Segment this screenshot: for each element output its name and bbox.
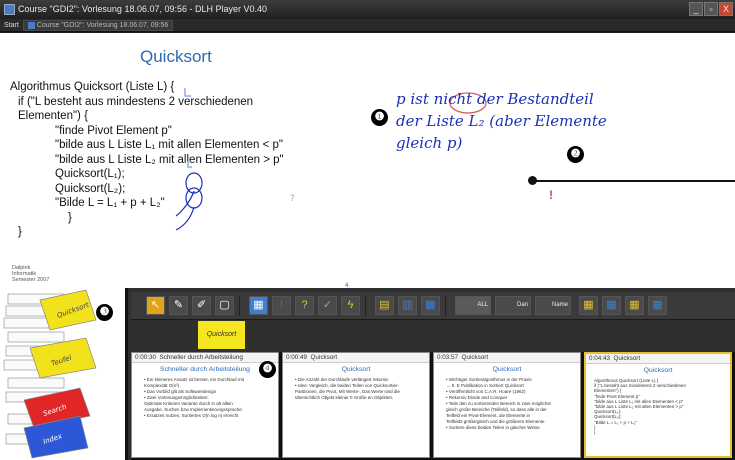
thumbnail-card[interactable]: 0:00:49 Quicksort Quicksort • Die Anzahl… <box>282 352 430 458</box>
pointer-line <box>533 180 735 182</box>
view-option-button[interactable]: ▦ <box>625 296 644 315</box>
ink-arrow <box>175 190 195 217</box>
thumbnail-title: Schneller durch Arbeitsteilung <box>160 366 250 373</box>
view-option-button[interactable]: ▦ <box>579 296 598 315</box>
minimize-button[interactable]: _ <box>689 2 703 16</box>
thumbnail-body: • Ein kleineres Ansatz ist besser, ein D… <box>132 373 278 419</box>
filter-dan-button[interactable]: Dan <box>495 296 531 315</box>
window-icon <box>27 21 35 29</box>
window-title: Course "GDI2": Vorlesung 18.06.07, 09:56… <box>18 4 268 14</box>
thumbnail-label: Quicksort <box>613 355 641 362</box>
start-button[interactable]: Start <box>0 19 23 32</box>
taskbar: Start Course "GDI2": Vorlesung 18.06.07,… <box>0 19 735 32</box>
thumbnail-header: 0:03:57 Quicksort <box>434 353 580 363</box>
thumbnail-body: • Wichtiger Sortieralgorithmus in der Pr… <box>434 373 580 431</box>
arrow-tool-button[interactable]: ↖ <box>146 296 165 315</box>
handwritten-line: p ist nicht der Bestandteil <box>396 90 594 108</box>
ink-mark <box>184 88 191 97</box>
thumbnail-time: 0:00:49 <box>286 354 308 361</box>
dlh-player-window: Course "GDI2": Vorlesung 18.06.07, 09:56… <box>0 0 735 460</box>
lightning-tool-button[interactable]: ϟ <box>341 296 360 315</box>
toolbar-separator <box>365 296 366 316</box>
thumbnail-line: • Ersatzes nutzen, Sortiertes O(n log n)… <box>144 413 239 418</box>
thumbnail-line: übersichtlich Objekt kleiner 0 Größe en … <box>295 395 394 400</box>
annotation-bubble-3: ❸ <box>96 304 113 321</box>
split-view-button[interactable]: ▤ <box>375 296 394 315</box>
window-controls: _ ▫ X <box>689 2 733 16</box>
thumbnail-time: 0:00:30 <box>135 354 157 361</box>
toolbar-separator <box>239 296 240 316</box>
handwritten-note: p ist nicht der Bestandteil der Liste L₂… <box>396 88 607 154</box>
taskbar-tab[interactable]: Course "GDI2": Vorlesung 18.06.07, 09:56 <box>22 19 174 31</box>
highlighter-tool-button[interactable]: ✐ <box>192 296 211 315</box>
overview-page <box>7 331 65 343</box>
thumbnail-card[interactable]: 0:03:57 Quicksort Quicksort • Wichtiger … <box>433 352 581 458</box>
filter-name-button[interactable]: Name <box>535 296 571 315</box>
ink-mark <box>187 161 192 168</box>
slide-view[interactable]: Quicksort Algorithmus Quicksort (Liste L… <box>0 33 735 288</box>
marker-tool-button[interactable]: ✎ <box>169 296 188 315</box>
view-option-button[interactable]: ▦ <box>602 296 621 315</box>
thumbnail-time: 0:04:43 <box>589 355 611 362</box>
exclamation-icon[interactable]: ! <box>549 188 553 202</box>
overview-panel[interactable]: Quicksort Teufel Search Index ❸ <box>0 288 128 460</box>
view-option-button[interactable]: ▦ <box>648 296 667 315</box>
thumbnail-title: Quicksort <box>341 366 371 373</box>
thumbnail-card[interactable]: 0:00:30 Schneller durch Arbeitsteilung S… <box>131 352 279 458</box>
image-tool-button[interactable]: ▦ <box>249 296 268 315</box>
slide-tool-button[interactable]: ▢ <box>215 296 234 315</box>
handwritten-line: der Liste L₂ (aber Elemente <box>396 112 607 130</box>
grid-view-button[interactable]: ▩ <box>421 296 440 315</box>
filter-all-button[interactable]: ALL <box>455 296 491 315</box>
slide-thumbnails: 0:00:30 Schneller durch Arbeitsteilung S… <box>131 352 735 460</box>
thumbnail-line: } <box>594 430 596 436</box>
ink-layer: ? <box>175 88 487 231</box>
overview-page <box>7 377 65 389</box>
thumbnail-label: Quicksort <box>461 354 489 361</box>
annotation-bubble-4: ❹ <box>259 361 276 378</box>
thumbnail-line: • Sortiere diese beiden Teilen in gleich… <box>446 425 540 430</box>
annotation-bubble-2: ❷ <box>567 146 584 163</box>
check-tool-button[interactable]: ✓ <box>318 296 337 315</box>
thumbnail-header: 0:00:30 Schneller durch Arbeitsteilung <box>132 353 278 363</box>
question-tool-button[interactable]: ? <box>295 296 314 315</box>
ink-mark: ? <box>290 194 295 204</box>
thumbnail-label: Quicksort <box>310 354 338 361</box>
thumbnail-title: Quicksort <box>643 367 673 374</box>
split-view-2-button[interactable]: ▥ <box>398 296 417 315</box>
thumbnail-header: 0:00:49 Quicksort <box>283 353 429 363</box>
title-bar: Course "GDI2": Vorlesung 18.06.07, 09:56… <box>0 0 735 19</box>
app-icon <box>4 4 15 15</box>
close-button[interactable]: X <box>719 2 733 16</box>
exclamation-tool-button[interactable]: ! <box>272 296 291 315</box>
thumbnail-body: Algorithmus Quicksort (Liste L) { if ("L… <box>586 374 730 435</box>
toolbar-separator <box>445 296 446 316</box>
thumbnail-body: • Die Anzahl der Durchläufe verlängert r… <box>283 373 429 401</box>
maximize-button[interactable]: ▫ <box>704 2 718 16</box>
thumbnail-title: Quicksort <box>492 366 522 373</box>
ink-arrow <box>175 206 195 231</box>
taskbar-tab-label: Course "GDI2": Vorlesung 18.06.07, 09:56 <box>36 21 169 29</box>
thumbnail-card-active[interactable]: 0:04:43 Quicksort Quicksort Algorithmus … <box>584 352 732 458</box>
thumbnail-time: 0:03:57 <box>437 354 459 361</box>
annotation-bubble-1: ❶ <box>371 109 388 126</box>
strip-note[interactable]: Quicksort <box>198 321 245 349</box>
thumbnail-label: Schneller durch Arbeitsteilung <box>159 354 243 361</box>
thumbnail-header: 0:04:43 Quicksort <box>586 354 730 364</box>
annotation-toolbar: ↖ ✎ ✐ ▢ ▦ ! ? ✓ ϟ ▤ ▥ ▩ ALL Dan Name ▦ ▦… <box>131 292 735 320</box>
slide-logo: Dalpink Informatik Semester 2007 <box>12 265 50 283</box>
